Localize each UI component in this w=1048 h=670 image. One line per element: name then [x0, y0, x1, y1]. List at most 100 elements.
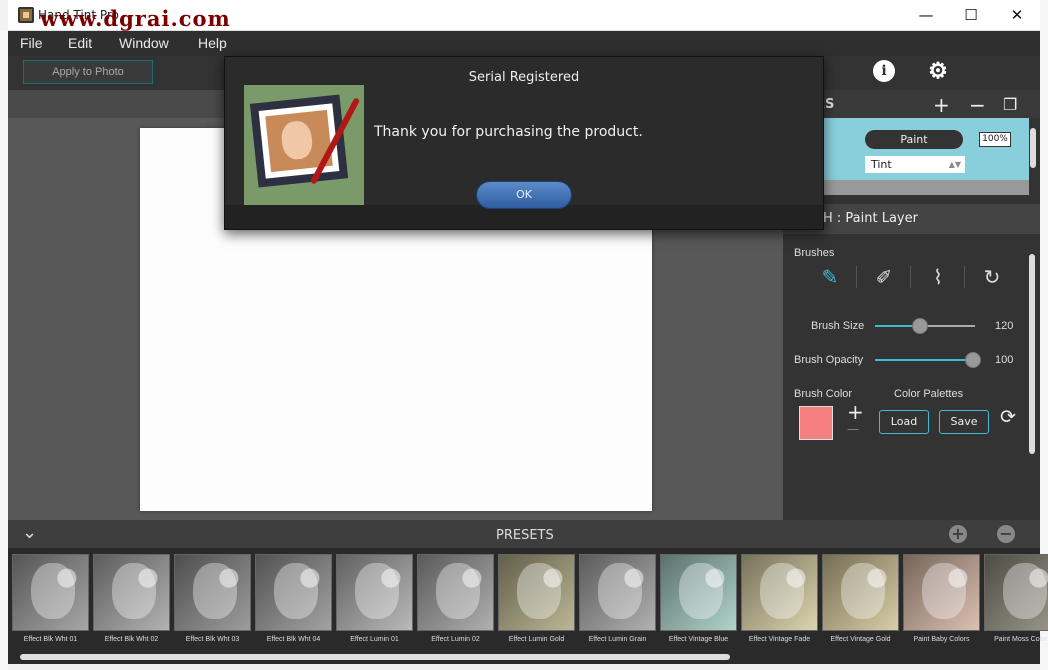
brush-color-swatch[interactable]: [799, 406, 833, 440]
menu-window[interactable]: Window: [119, 35, 169, 51]
app-icon: [18, 7, 34, 23]
add-layer-icon[interactable]: +: [933, 93, 950, 117]
brush-settings: Brushes ✎ ✐ ⌇ ↻ Brush Size 120 Brush Opa…: [783, 234, 1040, 520]
preset-thumbnail-face: [841, 563, 885, 619]
eraser-brush-icon[interactable]: ✐: [871, 264, 897, 290]
preset-thumbnail-face: [274, 563, 318, 619]
presets-scrollbar[interactable]: [20, 654, 730, 660]
brush-panel-scrollbar[interactable]: [1029, 254, 1035, 454]
apply-to-photo-button[interactable]: Apply to Photo: [23, 60, 153, 84]
menu-help[interactable]: Help: [198, 35, 227, 51]
product-logo: [244, 85, 364, 205]
collapse-presets-icon[interactable]: ⌄: [22, 522, 37, 543]
preset-label: Effect Vintage Fade: [748, 636, 811, 643]
preset-label: Effect Lumin Gold: [508, 636, 565, 643]
preset-label: Effect Blk Wht 01: [23, 636, 78, 643]
minimize-button[interactable]: —: [903, 0, 949, 31]
preset-label: Effect Blk Wht 04: [266, 636, 321, 643]
tool-divider: [856, 266, 857, 288]
reset-brush-icon[interactable]: ↻: [979, 264, 1005, 290]
paint-layer-title: H : Paint Layer: [823, 211, 918, 226]
layer-row[interactable]: Paint 100% Tint ▲▼: [823, 118, 1029, 180]
preset-thumbnail-face: [436, 563, 480, 619]
preset-thumbnail[interactable]: [336, 554, 413, 631]
preset-thumbnail[interactable]: [903, 554, 980, 631]
preset-thumbnail[interactable]: [174, 554, 251, 631]
layer-opacity[interactable]: 100%: [979, 132, 1011, 147]
preset-thumbnail[interactable]: [417, 554, 494, 631]
brush-color-label: Brush Color: [794, 388, 853, 400]
menu-file[interactable]: File: [20, 35, 43, 51]
brushes-label: Brushes: [794, 247, 835, 259]
preset-thumbnail[interactable]: [660, 554, 737, 631]
settings-icon[interactable]: ⚙: [927, 60, 949, 82]
close-button[interactable]: ✕: [994, 0, 1040, 31]
tool-divider: [910, 266, 911, 288]
brush-size-label: Brush Size: [811, 320, 865, 332]
preset-label: Effect Lumin 02: [431, 636, 480, 643]
background-window-edge-left: [0, 31, 8, 670]
preset-thumbnail-face: [922, 563, 966, 619]
preset-thumbnail-face: [598, 563, 642, 619]
layer-row-next[interactable]: [823, 180, 1029, 195]
preset-label: Effect Blk Wht 02: [104, 636, 159, 643]
layers-scrollbar[interactable]: [1030, 128, 1036, 168]
load-palette-button[interactable]: Load: [879, 410, 929, 434]
eyedropper-icon[interactable]: ⌇: [925, 264, 951, 290]
preset-label: Effect Vintage Blue: [668, 636, 729, 643]
ok-button[interactable]: OK: [476, 181, 572, 209]
window-bottom-edge: [8, 664, 1040, 670]
title-bar: Hand Tint Pro www.dgrai.com — ☐ ✕: [8, 0, 1040, 31]
preset-thumbnail-face: [517, 563, 561, 619]
blend-mode-select[interactable]: Tint ▲▼: [865, 156, 965, 173]
remove-preset-icon[interactable]: −: [997, 525, 1015, 543]
brush-opacity-value: 100: [995, 354, 1014, 366]
dialog-title: Serial Registered: [468, 70, 580, 85]
watermark-text: www.dgrai.com: [40, 6, 231, 31]
brush-opacity-fill: [875, 359, 973, 361]
brush-opacity-thumb[interactable]: [965, 352, 981, 368]
reset-palette-icon[interactable]: ⟳: [1000, 406, 1016, 428]
preset-thumbnail[interactable]: [579, 554, 656, 631]
info-icon[interactable]: i: [873, 60, 895, 82]
preset-label: Paint Baby Colors: [913, 636, 970, 643]
paint-brush-icon[interactable]: ✎: [817, 264, 843, 290]
brush-size-slider[interactable]: [875, 318, 975, 334]
preset-label: Effect Blk Wht 03: [185, 636, 240, 643]
duplicate-layer-icon[interactable]: ❐: [1003, 95, 1017, 114]
blend-mode-value: Tint: [871, 158, 892, 171]
preset-thumbnail-face: [193, 563, 237, 619]
preset-thumbnail-face: [760, 563, 804, 619]
logo-portrait: [280, 119, 314, 161]
preset-thumbnail[interactable]: [498, 554, 575, 631]
preset-thumbnail-face: [679, 563, 723, 619]
remove-color-icon[interactable]: —: [847, 422, 859, 436]
preset-label: Paint Moss Colors: [994, 636, 1048, 643]
add-color-icon[interactable]: +: [847, 400, 864, 424]
serial-registered-dialog: Serial Registered Thank you for purchasi…: [224, 56, 824, 230]
brush-size-value: 120: [995, 320, 1014, 332]
preset-thumbnail-face: [112, 563, 156, 619]
remove-layer-icon[interactable]: −: [969, 93, 986, 117]
brush-opacity-slider[interactable]: [875, 352, 981, 368]
save-palette-button[interactable]: Save: [939, 410, 989, 434]
menu-bar: File Edit Window Help: [8, 31, 1040, 56]
preset-thumbnail-face: [355, 563, 399, 619]
preset-thumbnail[interactable]: [822, 554, 899, 631]
preset-thumbnail[interactable]: [984, 554, 1048, 631]
preset-thumbnail[interactable]: [12, 554, 89, 631]
add-preset-icon[interactable]: +: [949, 525, 967, 543]
maximize-button[interactable]: ☐: [948, 0, 994, 31]
preset-label: Effect Vintage Gold: [830, 636, 891, 643]
preset-thumbnail-face: [1003, 563, 1047, 619]
brush-opacity-label: Brush Opacity: [794, 354, 864, 366]
layer-name[interactable]: Paint: [865, 130, 963, 149]
presets-header: ⌄ PRESETS + −: [8, 520, 1040, 548]
preset-thumbnail[interactable]: [93, 554, 170, 631]
preset-thumbnail[interactable]: [741, 554, 818, 631]
menu-edit[interactable]: Edit: [68, 35, 92, 51]
brush-size-thumb[interactable]: [912, 318, 928, 334]
presets-strip: Effect Blk Wht 01 Effect Blk Wht 02 Effect…: [8, 548, 1048, 664]
select-arrow-icon: ▲▼: [948, 160, 961, 169]
preset-thumbnail[interactable]: [255, 554, 332, 631]
